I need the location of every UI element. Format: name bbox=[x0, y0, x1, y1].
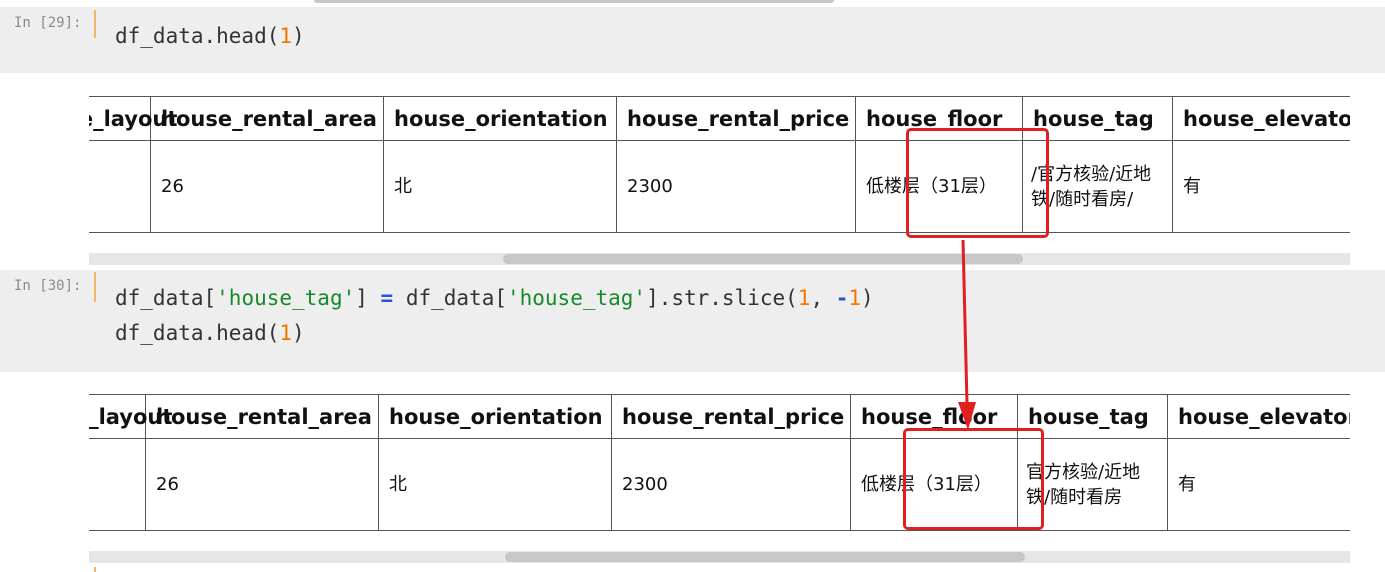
code-line[interactable]: df_data.head(1) bbox=[115, 321, 305, 345]
dataframe-table: house_layouthouse_rental_areahouse_orien… bbox=[89, 394, 1350, 531]
column-header-house-rental-price: house_rental_price bbox=[616, 96, 856, 141]
horizontal-scrollbar[interactable] bbox=[89, 253, 1350, 265]
code-token: df_data[ bbox=[115, 286, 217, 310]
code-token: df_data.head( bbox=[115, 321, 280, 345]
scrollbar-thumb[interactable] bbox=[505, 552, 1025, 562]
table-cell-house-rental-price: 2300 bbox=[611, 438, 851, 531]
table-header-row: house_layouthouse_rental_areahouse_orien… bbox=[89, 96, 1350, 141]
table-cell-house-layout bbox=[89, 438, 146, 531]
dataframe-table: house_layouthouse_rental_areahouse_orien… bbox=[89, 96, 1350, 233]
code-token: 1 bbox=[797, 286, 811, 310]
table-row: 26北2300低楼层（31层）官方核验/近地铁/随时看房有租用车位 bbox=[89, 438, 1350, 531]
code-token: - bbox=[835, 286, 849, 310]
column-header-house-elevator: house_elevator bbox=[1172, 96, 1350, 141]
cell-edge-marker bbox=[94, 10, 96, 38]
table-row: 26北2300低楼层（31层）/官方核验/近地铁/随时看房/有租用车位 bbox=[89, 140, 1350, 233]
column-header-house-rental-area: house_rental_area bbox=[145, 394, 379, 439]
code-token: ) bbox=[861, 286, 874, 310]
output-table-area: house_layouthouse_rental_areahouse_orien… bbox=[89, 96, 1350, 234]
column-header-house-orientation: house_orientation bbox=[378, 394, 612, 439]
column-header-house-layout: house_layout bbox=[89, 394, 172, 439]
table-cell-house-elevator: 有 bbox=[1172, 140, 1350, 233]
cell-edge-marker bbox=[94, 272, 96, 302]
code-token: 1 bbox=[848, 286, 862, 310]
table-cell-house-orientation: 北 bbox=[383, 140, 617, 233]
highlight-box-original-tag bbox=[906, 128, 1049, 238]
cell-edge-marker bbox=[94, 567, 96, 572]
code-token: ] bbox=[355, 286, 381, 310]
table-cell-house-rental-area: 26 bbox=[145, 438, 379, 531]
code-token: df_data.head( bbox=[115, 24, 280, 48]
highlight-box-sliced-tag bbox=[903, 428, 1044, 530]
code-token: 1 bbox=[279, 321, 293, 345]
column-header-house-orientation: house_orientation bbox=[383, 96, 617, 141]
table-header-row: house_layouthouse_rental_areahouse_orien… bbox=[89, 394, 1350, 439]
code-line[interactable]: df_data['house_tag'] = df_data['house_ta… bbox=[115, 286, 874, 310]
table-cell-house-layout bbox=[89, 140, 151, 233]
column-header-house-rental-area: house_rental_area bbox=[150, 96, 384, 141]
table-cell-house-elevator: 有 bbox=[1167, 438, 1350, 531]
code-token: 'house_tag' bbox=[506, 286, 647, 310]
column-header-house-layout: house_layout bbox=[89, 96, 177, 141]
output-table-area: house_layouthouse_rental_areahouse_orien… bbox=[89, 394, 1350, 532]
horizontal-scrollbar[interactable] bbox=[89, 551, 1350, 563]
code-token: , bbox=[810, 286, 836, 310]
cell-prompt: In [29]: bbox=[14, 15, 82, 31]
code-token: df_data[ bbox=[393, 286, 507, 310]
column-header-house-elevator: house_elevator bbox=[1167, 394, 1350, 439]
code-token: = bbox=[380, 286, 394, 310]
code-token: 'house_tag' bbox=[216, 286, 356, 310]
column-header-house-rental-price: house_rental_price bbox=[611, 394, 851, 439]
code-line[interactable]: df_data.head(1) bbox=[115, 24, 305, 48]
code-token: 1 bbox=[279, 24, 293, 48]
arrow-icon bbox=[958, 239, 976, 430]
table-cell-house-orientation: 北 bbox=[378, 438, 612, 531]
cell-prompt: In [30]: bbox=[14, 278, 82, 294]
code-token: ].str.slice( bbox=[646, 286, 798, 310]
code-token: ) bbox=[292, 24, 305, 48]
table-cell-house-rental-area: 26 bbox=[150, 140, 384, 233]
scrollbar-thumb[interactable] bbox=[503, 254, 1023, 264]
table-cell-house-rental-price: 2300 bbox=[616, 140, 856, 233]
top-scrollbar-thumb[interactable] bbox=[314, 0, 834, 3]
code-token: ) bbox=[292, 321, 305, 345]
